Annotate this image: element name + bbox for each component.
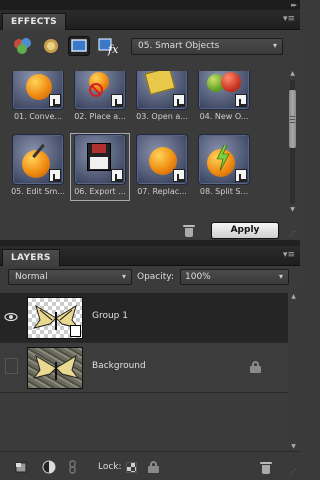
opacity-label: Opacity: — [137, 272, 174, 282]
effects-category-value: 05. Smart Objects — [138, 41, 220, 51]
effect-item[interactable]: 08. Split S... — [195, 134, 253, 200]
effect-label: 02. Place a... — [74, 112, 126, 121]
effect-label: 06. Export ... — [74, 187, 126, 196]
layer-name: Group 1 — [92, 311, 128, 321]
effect-thumbnail — [74, 134, 126, 185]
resize-grip-icon[interactable]: ⋰ — [289, 468, 296, 476]
scroll-down-icon[interactable]: ▼ — [288, 206, 297, 214]
effect-label: 01. Conve... — [13, 112, 63, 121]
layers-controls: Normal ▾ Opacity: 100% ▾ — [0, 266, 300, 289]
top-strip: ▸▸ — [0, 0, 300, 10]
effect-label: 07. Replac... — [137, 187, 187, 196]
adjustment-layer-icon[interactable] — [42, 460, 56, 474]
layers-header: LAYERS ▾≡ — [0, 246, 300, 266]
effect-thumbnail — [12, 134, 64, 185]
panel-menu-icon[interactable]: ▾≡ — [283, 14, 295, 24]
lock-icon — [250, 361, 261, 373]
chevron-down-icon: ▾ — [121, 272, 126, 281]
layer-row[interactable]: Background — [0, 343, 288, 393]
effect-thumbnail — [74, 71, 126, 110]
effect-item[interactable]: 03. Open a... — [133, 71, 191, 125]
opacity-field[interactable]: 100% ▾ — [180, 269, 289, 285]
effect-label: 05. Edit Sm... — [11, 187, 65, 196]
layer-row[interactable]: Group 1 — [0, 293, 288, 343]
new-layer-icon[interactable] — [14, 460, 28, 474]
scroll-up-icon[interactable]: ▲ — [289, 293, 298, 301]
layers-scrollbar[interactable]: ▲ ▼ — [289, 293, 298, 451]
photo-effects-icon[interactable] — [68, 36, 90, 56]
effects-category-dropdown[interactable]: 05. Smart Objects ▾ — [131, 38, 283, 55]
layers-bottom-bar: Lock: ⋰ — [0, 451, 300, 480]
blend-mode-value: Normal — [15, 272, 48, 282]
scroll-down-icon[interactable]: ▼ — [289, 443, 298, 451]
effect-item[interactable]: 07. Replac... — [133, 134, 191, 200]
filters-icon[interactable] — [12, 36, 34, 56]
delete-layer-icon[interactable] — [260, 461, 272, 474]
effect-item-selected[interactable]: 06. Export ... — [70, 133, 130, 201]
effects-header: EFFECTS ▾≡ — [0, 10, 300, 30]
link-icon[interactable] — [66, 460, 80, 474]
blend-mode-dropdown[interactable]: Normal ▾ — [8, 269, 132, 285]
effect-item[interactable]: 05. Edit Sm... — [9, 134, 67, 200]
visibility-toggle[interactable] — [5, 358, 18, 374]
collapse-icon[interactable]: ▸▸ — [291, 0, 297, 10]
effect-label: 03. Open a... — [136, 112, 188, 121]
chevron-down-icon: ▾ — [278, 272, 283, 281]
svg-text:fx: fx — [107, 43, 118, 56]
effect-thumbnail — [136, 71, 188, 110]
eye-icon[interactable] — [4, 309, 18, 325]
layer-thumbnail — [27, 347, 83, 389]
lock-transparent-icon[interactable] — [126, 462, 137, 473]
effects-tab[interactable]: EFFECTS — [2, 13, 66, 30]
layer-thumbnail — [27, 297, 83, 339]
effect-label: 04. New O... — [199, 112, 249, 121]
trash-icon[interactable] — [183, 224, 195, 237]
scroll-up-icon[interactable]: ▲ — [288, 70, 297, 78]
apply-button[interactable]: Apply — [211, 222, 279, 239]
all-icon[interactable]: fx — [96, 36, 119, 56]
chevron-down-icon: ▾ — [272, 41, 277, 50]
effect-thumbnail — [198, 71, 250, 110]
layers-empty-area — [0, 393, 288, 451]
effect-thumbnail — [198, 134, 250, 185]
layer-name: Background — [92, 361, 146, 371]
effect-item[interactable]: 04. New O... — [195, 71, 253, 125]
layer-styles-icon[interactable] — [40, 36, 62, 56]
layers-tab[interactable]: LAYERS — [2, 249, 60, 266]
effects-scrollbar[interactable]: ▲ ▼ — [288, 70, 297, 214]
effect-thumbnail — [136, 134, 188, 185]
effects-grid: 01. Conve... 02. Place a... 03. Open a..… — [9, 71, 275, 211]
effect-label: 08. Split S... — [199, 187, 249, 196]
panel-menu-icon[interactable]: ▾≡ — [283, 250, 295, 260]
effects-body: fx 05. Smart Objects ▾ 01. Conve... 02. … — [0, 30, 300, 239]
scroll-thumb[interactable] — [289, 90, 296, 148]
lock-all-icon[interactable] — [148, 461, 159, 473]
lock-label: Lock: — [98, 462, 122, 472]
effect-item[interactable]: 02. Place a... — [71, 71, 129, 125]
effect-item[interactable]: 01. Conve... — [9, 71, 67, 125]
opacity-value: 100% — [185, 272, 211, 282]
resize-grip-icon[interactable]: ⋰ — [289, 230, 296, 238]
effect-thumbnail — [12, 71, 64, 110]
